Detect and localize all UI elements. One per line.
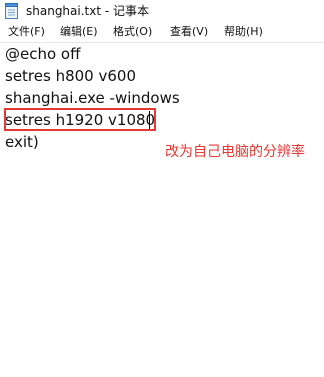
menu-view[interactable]: 查看(V) bbox=[170, 25, 208, 39]
editor-line-3: shanghai.exe -windows bbox=[5, 89, 180, 107]
notepad-window: shanghai.txt - 记事本 文件(F) 编辑(E) 格式(O) 查看(… bbox=[0, 0, 324, 377]
text-caret bbox=[149, 111, 150, 129]
menu-bar: 文件(F) 编辑(E) 格式(O) 查看(V) 帮助(H) bbox=[0, 22, 324, 43]
annotation-text: 改为自己电脑的分辨率 bbox=[165, 144, 305, 160]
menu-file[interactable]: 文件(F) bbox=[8, 25, 45, 39]
text-editor-area[interactable]: @echo off setres h800 v600 shanghai.exe … bbox=[0, 43, 324, 377]
editor-line-2: setres h800 v600 bbox=[5, 67, 136, 85]
editor-line-5: exit) bbox=[5, 133, 39, 151]
highlight-box bbox=[4, 108, 156, 131]
title-bar: shanghai.txt - 记事本 bbox=[0, 0, 324, 22]
editor-line-1: @echo off bbox=[5, 45, 81, 63]
menu-format[interactable]: 格式(O) bbox=[113, 25, 152, 39]
menu-edit[interactable]: 编辑(E) bbox=[60, 25, 98, 39]
window-title: shanghai.txt - 记事本 bbox=[26, 4, 150, 18]
notepad-icon bbox=[5, 3, 18, 19]
menu-help[interactable]: 帮助(H) bbox=[224, 25, 263, 39]
